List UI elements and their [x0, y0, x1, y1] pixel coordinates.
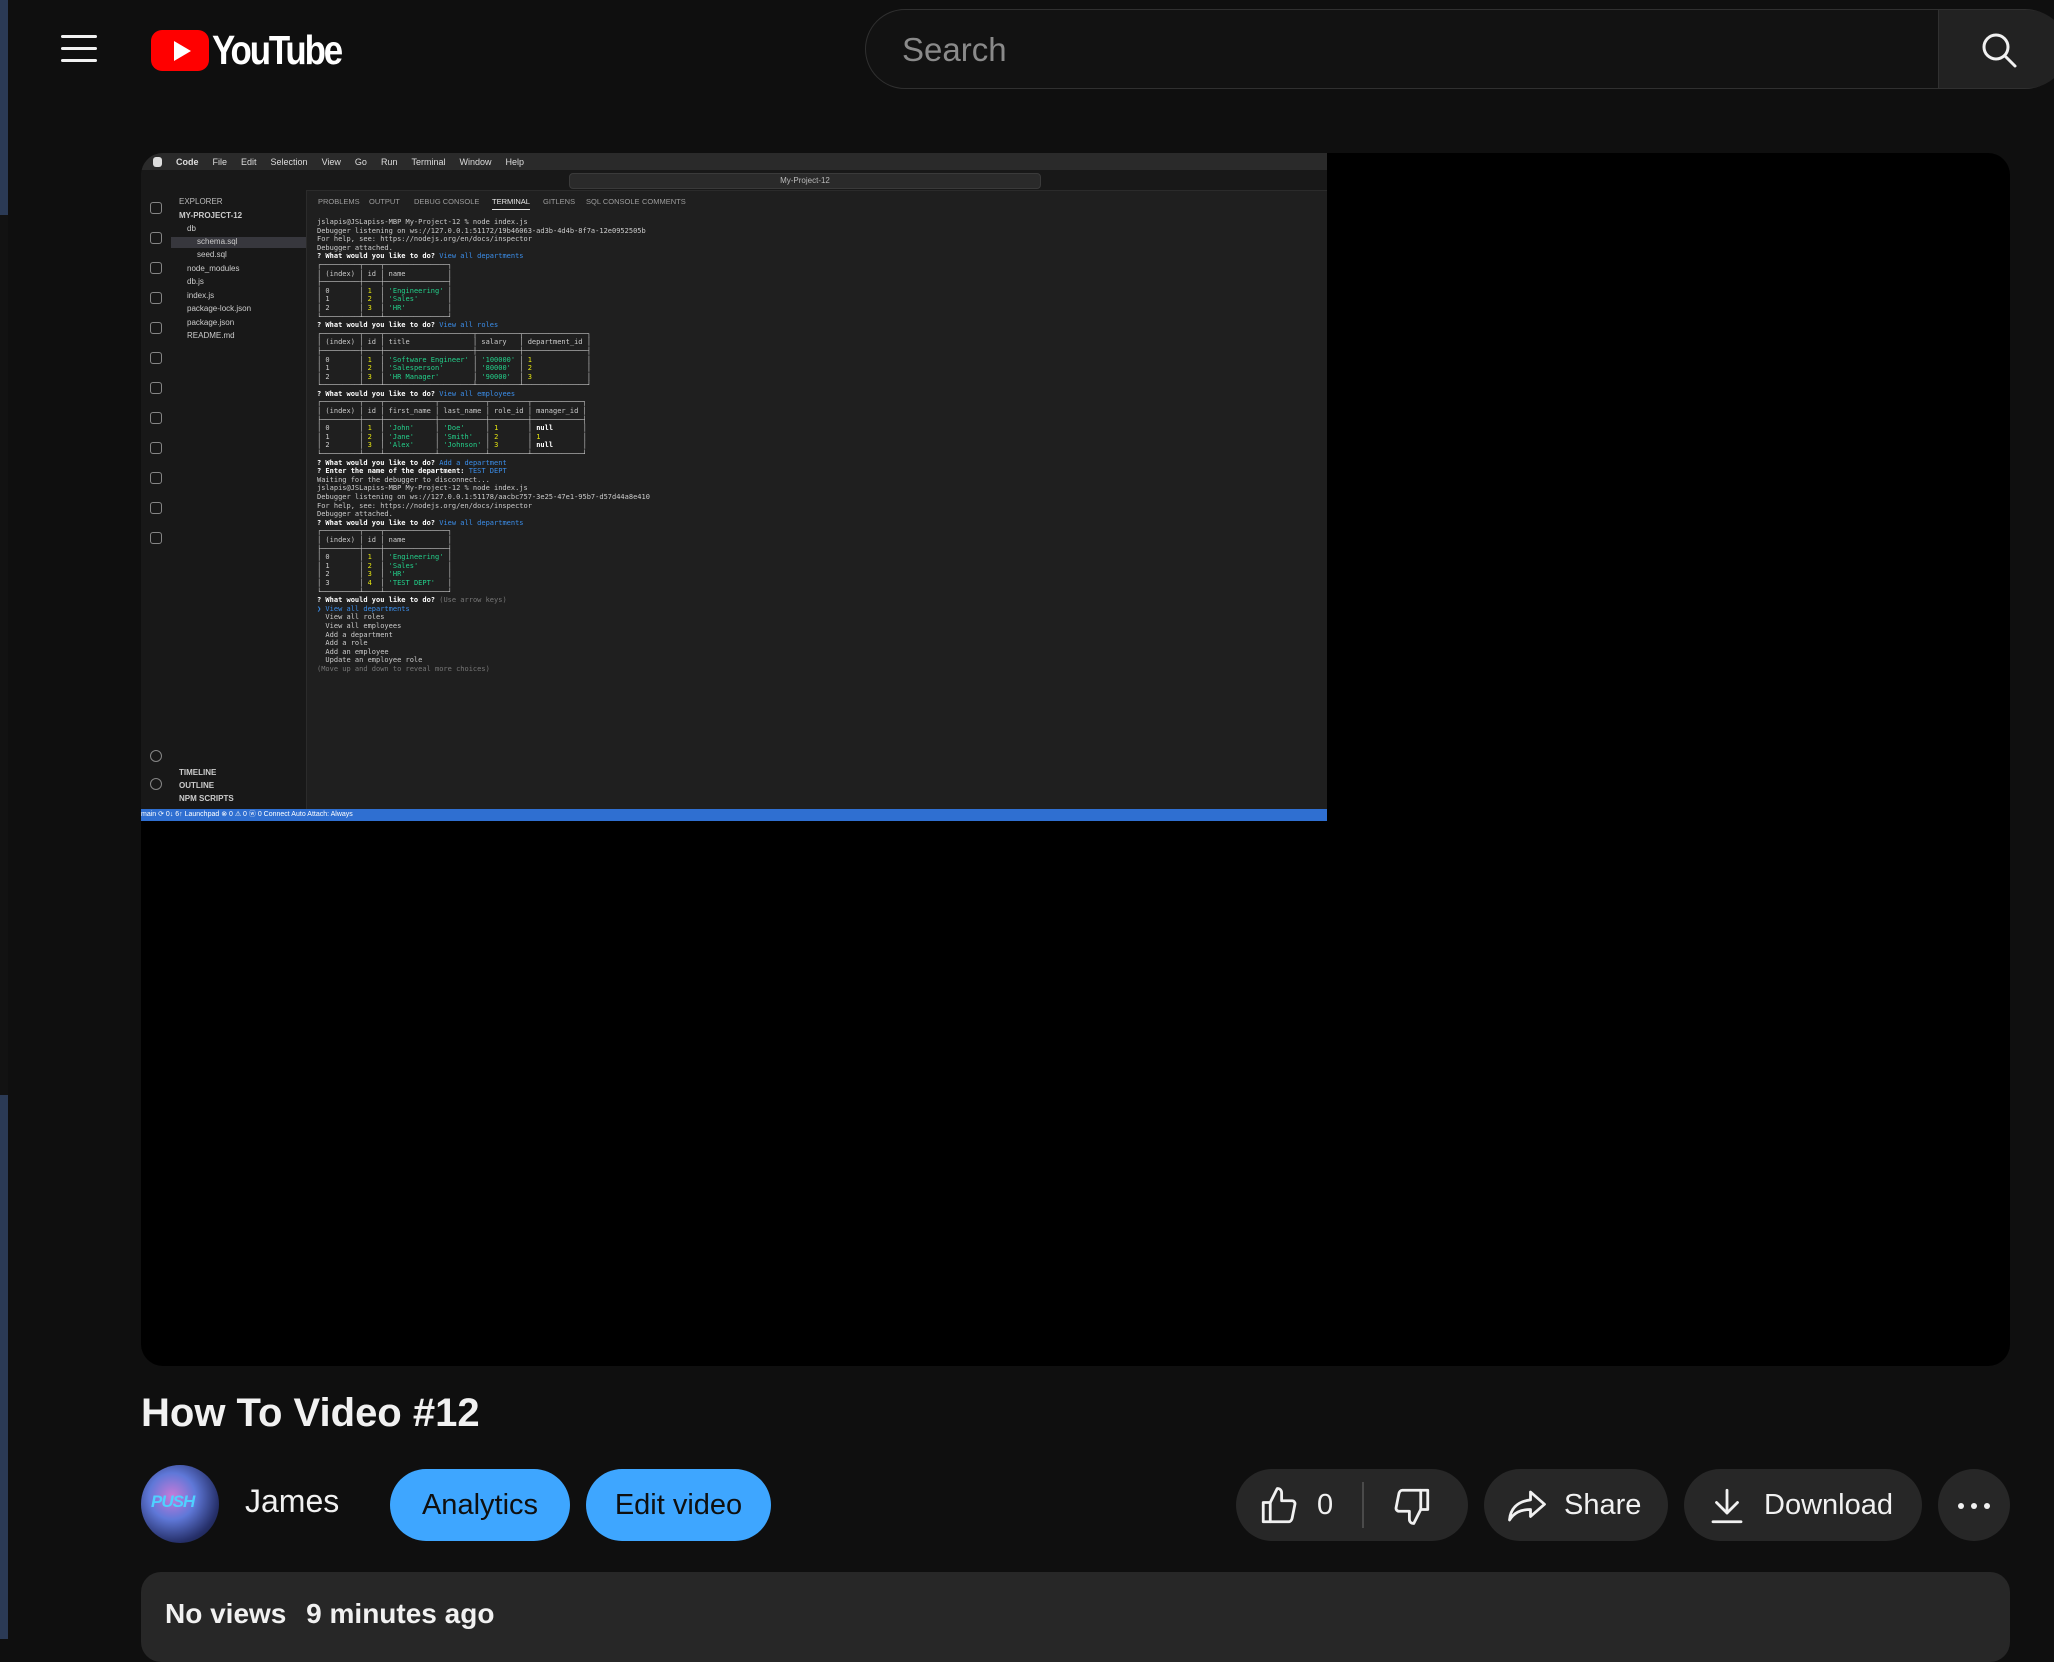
ide-activity-bar [141, 190, 172, 809]
description-meta: No views 9 minutes ago [165, 1598, 494, 1630]
menu-button[interactable] [48, 22, 114, 78]
video-player[interactable]: Code File Edit Selection View Go Run Ter… [141, 153, 2010, 1366]
video-title: How To Video #12 [141, 1391, 480, 1435]
thumbs-down-icon [1394, 1488, 1430, 1525]
thumbs-up-icon [1261, 1487, 1297, 1524]
download-icon [1711, 1488, 1743, 1524]
like-count: 0 [1317, 1489, 1334, 1521]
upload-time: 9 minutes ago [306, 1598, 495, 1629]
view-count: No views [165, 1598, 287, 1629]
ide-menu-bar: Code File Edit Selection View Go Run Ter… [141, 153, 1327, 170]
youtube-play-icon [151, 29, 209, 71]
ide-title-bar: My-Project-12 [141, 170, 1327, 191]
video-frame-ide: Code File Edit Selection View Go Run Ter… [141, 153, 1327, 821]
share-button[interactable]: Share [1484, 1469, 1668, 1541]
like-dislike-group: 0 [1236, 1469, 1468, 1541]
like-divider [1362, 1482, 1364, 1528]
more-actions-button[interactable] [1938, 1469, 2010, 1541]
share-icon [1508, 1490, 1546, 1522]
left-edge-strip [0, 0, 8, 1639]
ide-explorer: EXPLORER MY-PROJECT-12 db schema.sql see… [171, 190, 307, 809]
ide-status-bar: main ⟳ 0↓ 6↑ Launchpad ⊗ 0 ⚠ 0 ⓦ 0 Conne… [141, 809, 1327, 821]
analytics-button[interactable]: Analytics [390, 1469, 570, 1541]
download-button[interactable]: Download [1684, 1469, 1922, 1541]
apple-icon [153, 156, 162, 167]
like-button[interactable]: 0 [1236, 1469, 1361, 1541]
edit-video-button[interactable]: Edit video [586, 1469, 771, 1541]
description-box[interactable]: No views 9 minutes ago [141, 1572, 2010, 1662]
ide-terminal: jslapis@JSLapiss-MBP My-Project-12 % nod… [317, 218, 650, 673]
channel-name[interactable]: James [245, 1483, 339, 1520]
search-input[interactable] [900, 10, 1904, 90]
download-label: Download [1764, 1489, 1893, 1521]
avatar[interactable]: PUSH [141, 1465, 219, 1543]
search-bar [865, 9, 2054, 90]
avatar-text: PUSH [151, 1492, 195, 1511]
youtube-logo[interactable]: YouTube [151, 25, 364, 75]
logo-text: YouTube [212, 26, 343, 73]
search-button[interactable] [1938, 10, 2054, 88]
search-icon [1982, 33, 2017, 68]
dislike-button[interactable] [1365, 1469, 1468, 1541]
hamburger-icon [61, 35, 97, 38]
ide-panel-tabs: PROBLEMS OUTPUT DEBUG CONSOLE TERMINAL G… [306, 190, 1327, 212]
share-label: Share [1564, 1489, 1642, 1521]
ide-title: My-Project-12 [569, 173, 1041, 189]
